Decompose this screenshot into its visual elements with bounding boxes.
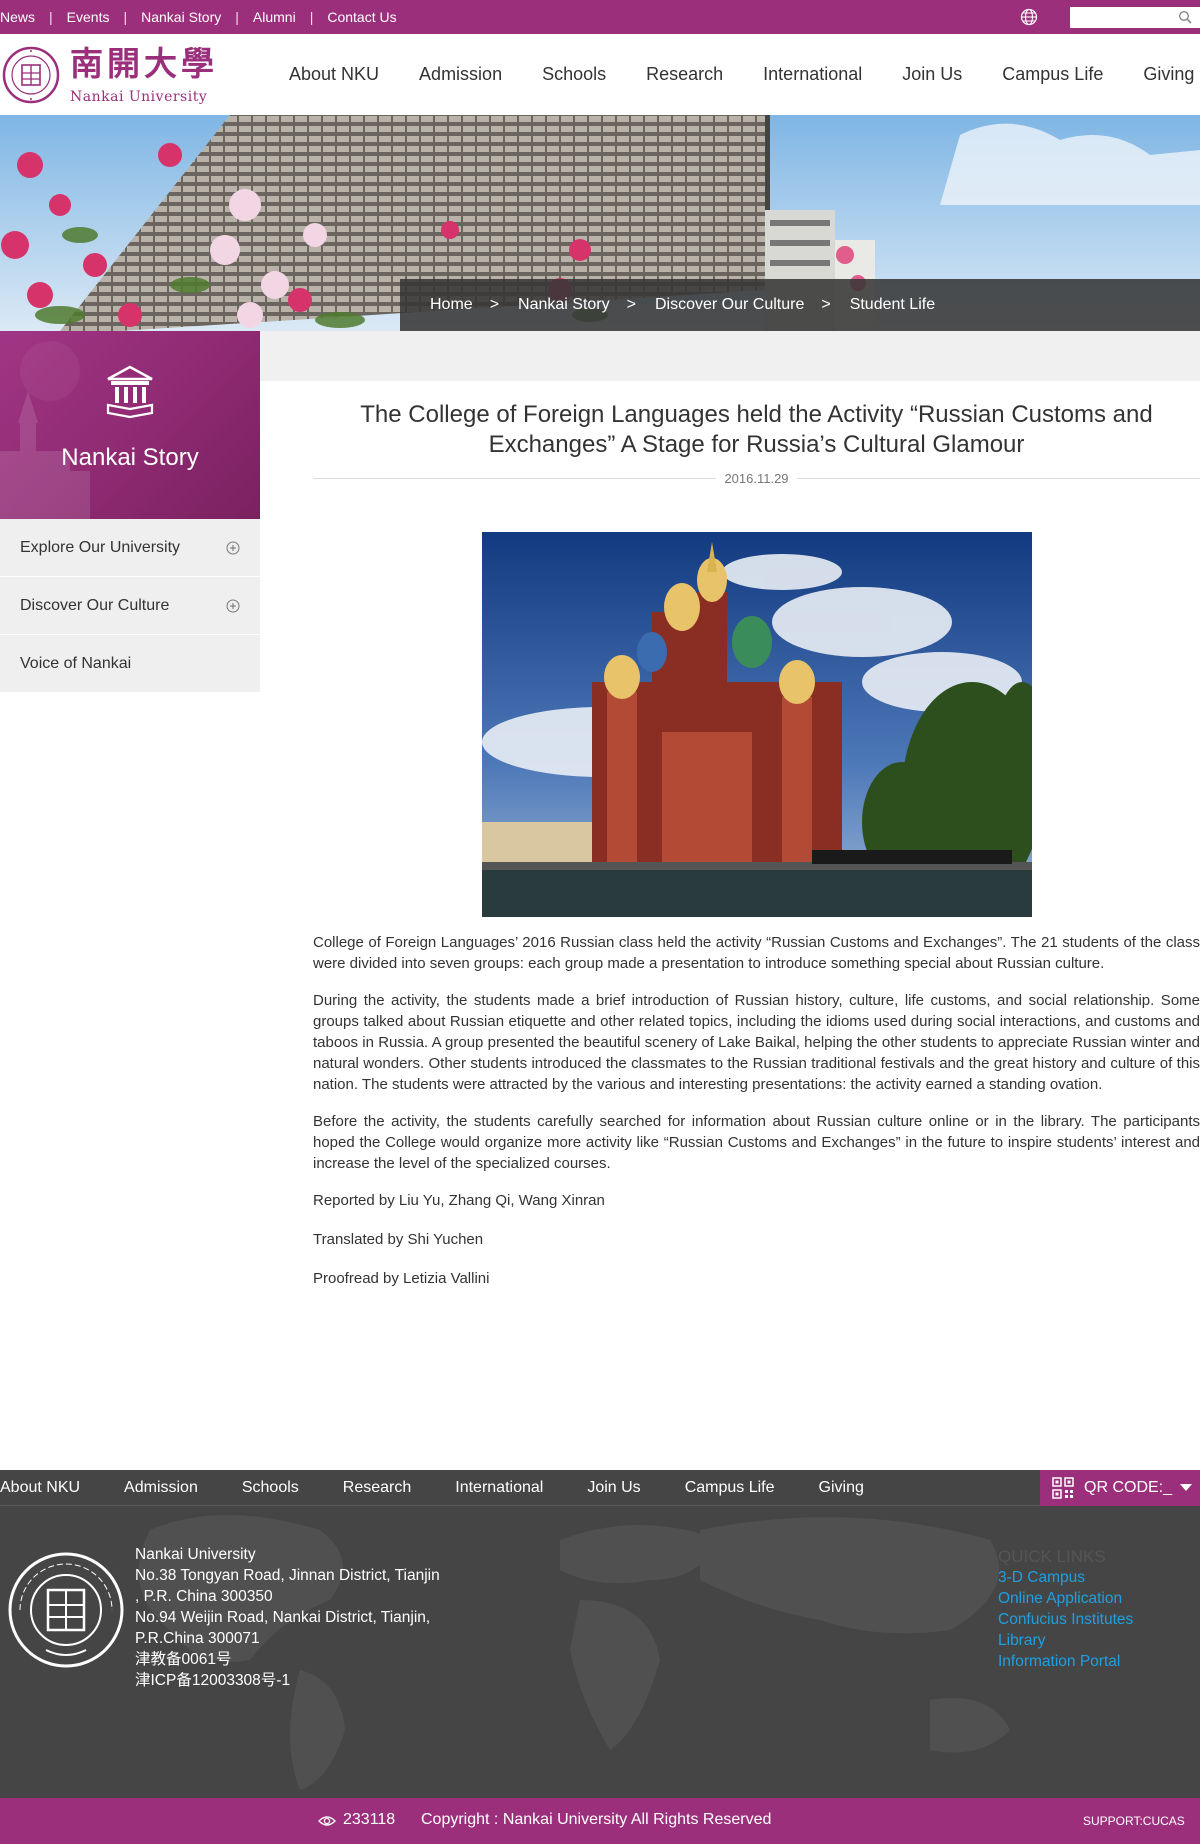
nav-campus-life[interactable]: Campus Life bbox=[1002, 64, 1103, 85]
quick-link-3d-campus[interactable]: 3-D Campus bbox=[998, 1567, 1133, 1588]
sidebar-item-explore-our-university[interactable]: Explore Our University bbox=[0, 519, 260, 577]
logo-english-name[interactable]: Nankai University bbox=[70, 89, 207, 105]
breadcrumb-discover-our-culture[interactable]: Discover Our Culture bbox=[655, 296, 804, 314]
main-nav: About NKU Admission Schools Research Int… bbox=[289, 64, 1194, 85]
article-credit-translated: Translated by Shi Yuchen bbox=[313, 1231, 484, 1248]
footer-nav: About NKU Admission Schools Research Int… bbox=[0, 1470, 1040, 1506]
sidebar-item-label: Explore Our University bbox=[20, 538, 181, 556]
university-seal-icon[interactable] bbox=[2, 46, 60, 104]
top-bar: News | Events | Nankai Story | Alumni | Cont… bbox=[0, 0, 1200, 34]
footer-nav-research[interactable]: Research bbox=[343, 1479, 411, 1497]
nav-about-nku[interactable]: About NKU bbox=[289, 64, 379, 85]
footer-nav-join-us[interactable]: Join Us bbox=[587, 1479, 640, 1497]
sidebar-menu: Explore Our University Discover Our Cult… bbox=[0, 519, 260, 693]
article-photo bbox=[482, 532, 1032, 917]
article-header: The College of Foreign Languages held th… bbox=[313, 400, 1200, 497]
site-header: 南開大學 Nankai University About NKU Admissi… bbox=[0, 34, 1200, 115]
breadcrumb-student-life[interactable]: Student Life bbox=[850, 296, 935, 314]
sidebar-item-label: Discover Our Culture bbox=[20, 596, 170, 614]
quick-links: QUICK LINKS 3-D Campus Online Applicatio… bbox=[998, 1546, 1133, 1672]
university-seal-icon bbox=[8, 1552, 124, 1668]
footer-nav-about-nku[interactable]: About NKU bbox=[0, 1479, 80, 1497]
plus-circle-icon[interactable] bbox=[226, 541, 240, 555]
cathedral-photo bbox=[482, 532, 1032, 917]
top-link-events[interactable]: Events bbox=[67, 9, 110, 25]
search-input[interactable] bbox=[1070, 7, 1170, 28]
search-box bbox=[1070, 7, 1200, 28]
footer-nav-giving[interactable]: Giving bbox=[819, 1479, 864, 1497]
quick-link-confucius-institutes[interactable]: Confucius Institutes bbox=[998, 1609, 1133, 1630]
nav-research[interactable]: Research bbox=[646, 64, 723, 85]
breadcrumb: Home > Nankai Story > Discover Our Culture… bbox=[400, 279, 1200, 331]
separator: | bbox=[49, 9, 53, 25]
separator: | bbox=[235, 9, 239, 25]
tower-silhouette bbox=[0, 341, 90, 519]
quick-link-information-portal[interactable]: Information Portal bbox=[998, 1651, 1133, 1672]
breadcrumb-separator: > bbox=[626, 296, 636, 313]
article-date-row: 2016.11.29 bbox=[313, 471, 1200, 497]
breadcrumb-nankai-story[interactable]: Nankai Story bbox=[518, 296, 610, 314]
plus-circle-icon[interactable] bbox=[226, 599, 240, 613]
globe-icon[interactable] bbox=[1020, 8, 1038, 26]
address-line: 津教备0061号 bbox=[135, 1651, 232, 1668]
separator: | bbox=[123, 9, 128, 25]
sidebar-item-label: Voice of Nankai bbox=[20, 654, 132, 672]
chevron-down-icon bbox=[1180, 1484, 1192, 1491]
library-icon bbox=[106, 365, 154, 419]
address-line: No.94 Weijin Road, Nankai District, Tian… bbox=[135, 1609, 431, 1626]
article-credit-proofread: Proofread by Letizia Vallini bbox=[313, 1270, 490, 1287]
sidebar-header: Nankai Story bbox=[0, 331, 260, 519]
footer-address: Nankai University No.38 Tongyan Road, Ji… bbox=[135, 1544, 440, 1691]
visit-count: 233118 bbox=[343, 1811, 396, 1828]
quick-links-title: QUICK LINKS bbox=[998, 1547, 1106, 1566]
qr-code-label: QR CODE:_ bbox=[1084, 1479, 1173, 1496]
top-link-contact-us[interactable]: Contact Us bbox=[327, 9, 396, 25]
breadcrumb-separator: > bbox=[489, 296, 500, 313]
breadcrumb-home[interactable]: Home bbox=[430, 296, 473, 314]
support-link[interactable]: SUPPORT:CUCAS bbox=[1083, 1814, 1185, 1828]
top-link-nankai-story[interactable]: Nankai Story bbox=[141, 9, 221, 25]
address-line[interactable]: 津ICP备12003308号-1 bbox=[135, 1670, 440, 1691]
qr-code-icon bbox=[1052, 1477, 1074, 1499]
article-title: The College of Foreign Languages held th… bbox=[360, 401, 1153, 458]
article-paragraph: Before the activity, the students carefu… bbox=[313, 1113, 1200, 1172]
banner-image: Home > Nankai Story > Discover Our Culture… bbox=[0, 115, 1200, 331]
article-date: 2016.11.29 bbox=[716, 471, 797, 486]
qr-code-button[interactable]: QR CODE:_ bbox=[1040, 1470, 1200, 1506]
eye-icon bbox=[318, 1816, 336, 1826]
breadcrumb-separator: > bbox=[821, 296, 831, 313]
sidebar-item-discover-our-culture[interactable]: Discover Our Culture bbox=[0, 577, 260, 635]
nav-join-us[interactable]: Join Us bbox=[902, 64, 962, 85]
separator: | bbox=[309, 9, 314, 25]
article-paragraph: During the activity, the students made a… bbox=[313, 992, 1200, 1093]
address-line: No.38 Tongyan Road, Jinnan District, Tia… bbox=[135, 1567, 440, 1584]
nav-schools[interactable]: Schools bbox=[542, 64, 606, 85]
nav-international[interactable]: International bbox=[763, 64, 862, 85]
copyright-text: Copyright : Nankai University All Rights… bbox=[421, 1811, 772, 1828]
site-footer: About NKU Admission Schools Research Int… bbox=[0, 1470, 1200, 1798]
logo-chinese-name[interactable]: 南開大學 bbox=[70, 46, 218, 82]
content-header-strip bbox=[260, 331, 1200, 381]
quick-link-library[interactable]: Library bbox=[998, 1630, 1133, 1651]
article-body: College of Foreign Languages’ 2016 Russi… bbox=[313, 932, 1200, 1307]
top-links: News | Events | Nankai Story | Alumni | Cont… bbox=[0, 0, 397, 34]
footer-nav-admission[interactable]: Admission bbox=[124, 1479, 198, 1497]
quick-link-online-application[interactable]: Online Application bbox=[998, 1588, 1133, 1609]
footer-nav-schools[interactable]: Schools bbox=[242, 1479, 299, 1497]
sidebar-title: Nankai Story bbox=[61, 444, 199, 471]
nav-admission[interactable]: Admission bbox=[419, 64, 502, 85]
nav-giving[interactable]: Giving bbox=[1143, 64, 1194, 85]
address-line: , P.R. China 300350 bbox=[135, 1588, 273, 1605]
article-paragraph: College of Foreign Languages’ 2016 Russi… bbox=[313, 934, 1200, 972]
top-link-alumni[interactable]: Alumni bbox=[253, 9, 296, 25]
bottom-bar: 233118 Copyright : Nankai University All… bbox=[0, 1798, 1200, 1844]
footer-nav-campus-life[interactable]: Campus Life bbox=[685, 1479, 775, 1497]
top-link-news[interactable]: News bbox=[0, 9, 35, 25]
sidebar-item-voice-of-nankai[interactable]: Voice of Nankai bbox=[0, 635, 260, 693]
address-line: Nankai University bbox=[135, 1546, 256, 1563]
address-line: P.R.China 300071 bbox=[135, 1630, 260, 1647]
search-icon[interactable] bbox=[1178, 10, 1192, 24]
footer-nav-international[interactable]: International bbox=[455, 1479, 543, 1497]
article-credit-reported: Reported by Liu Yu, Zhang Qi, Wang Xinra… bbox=[313, 1192, 605, 1209]
